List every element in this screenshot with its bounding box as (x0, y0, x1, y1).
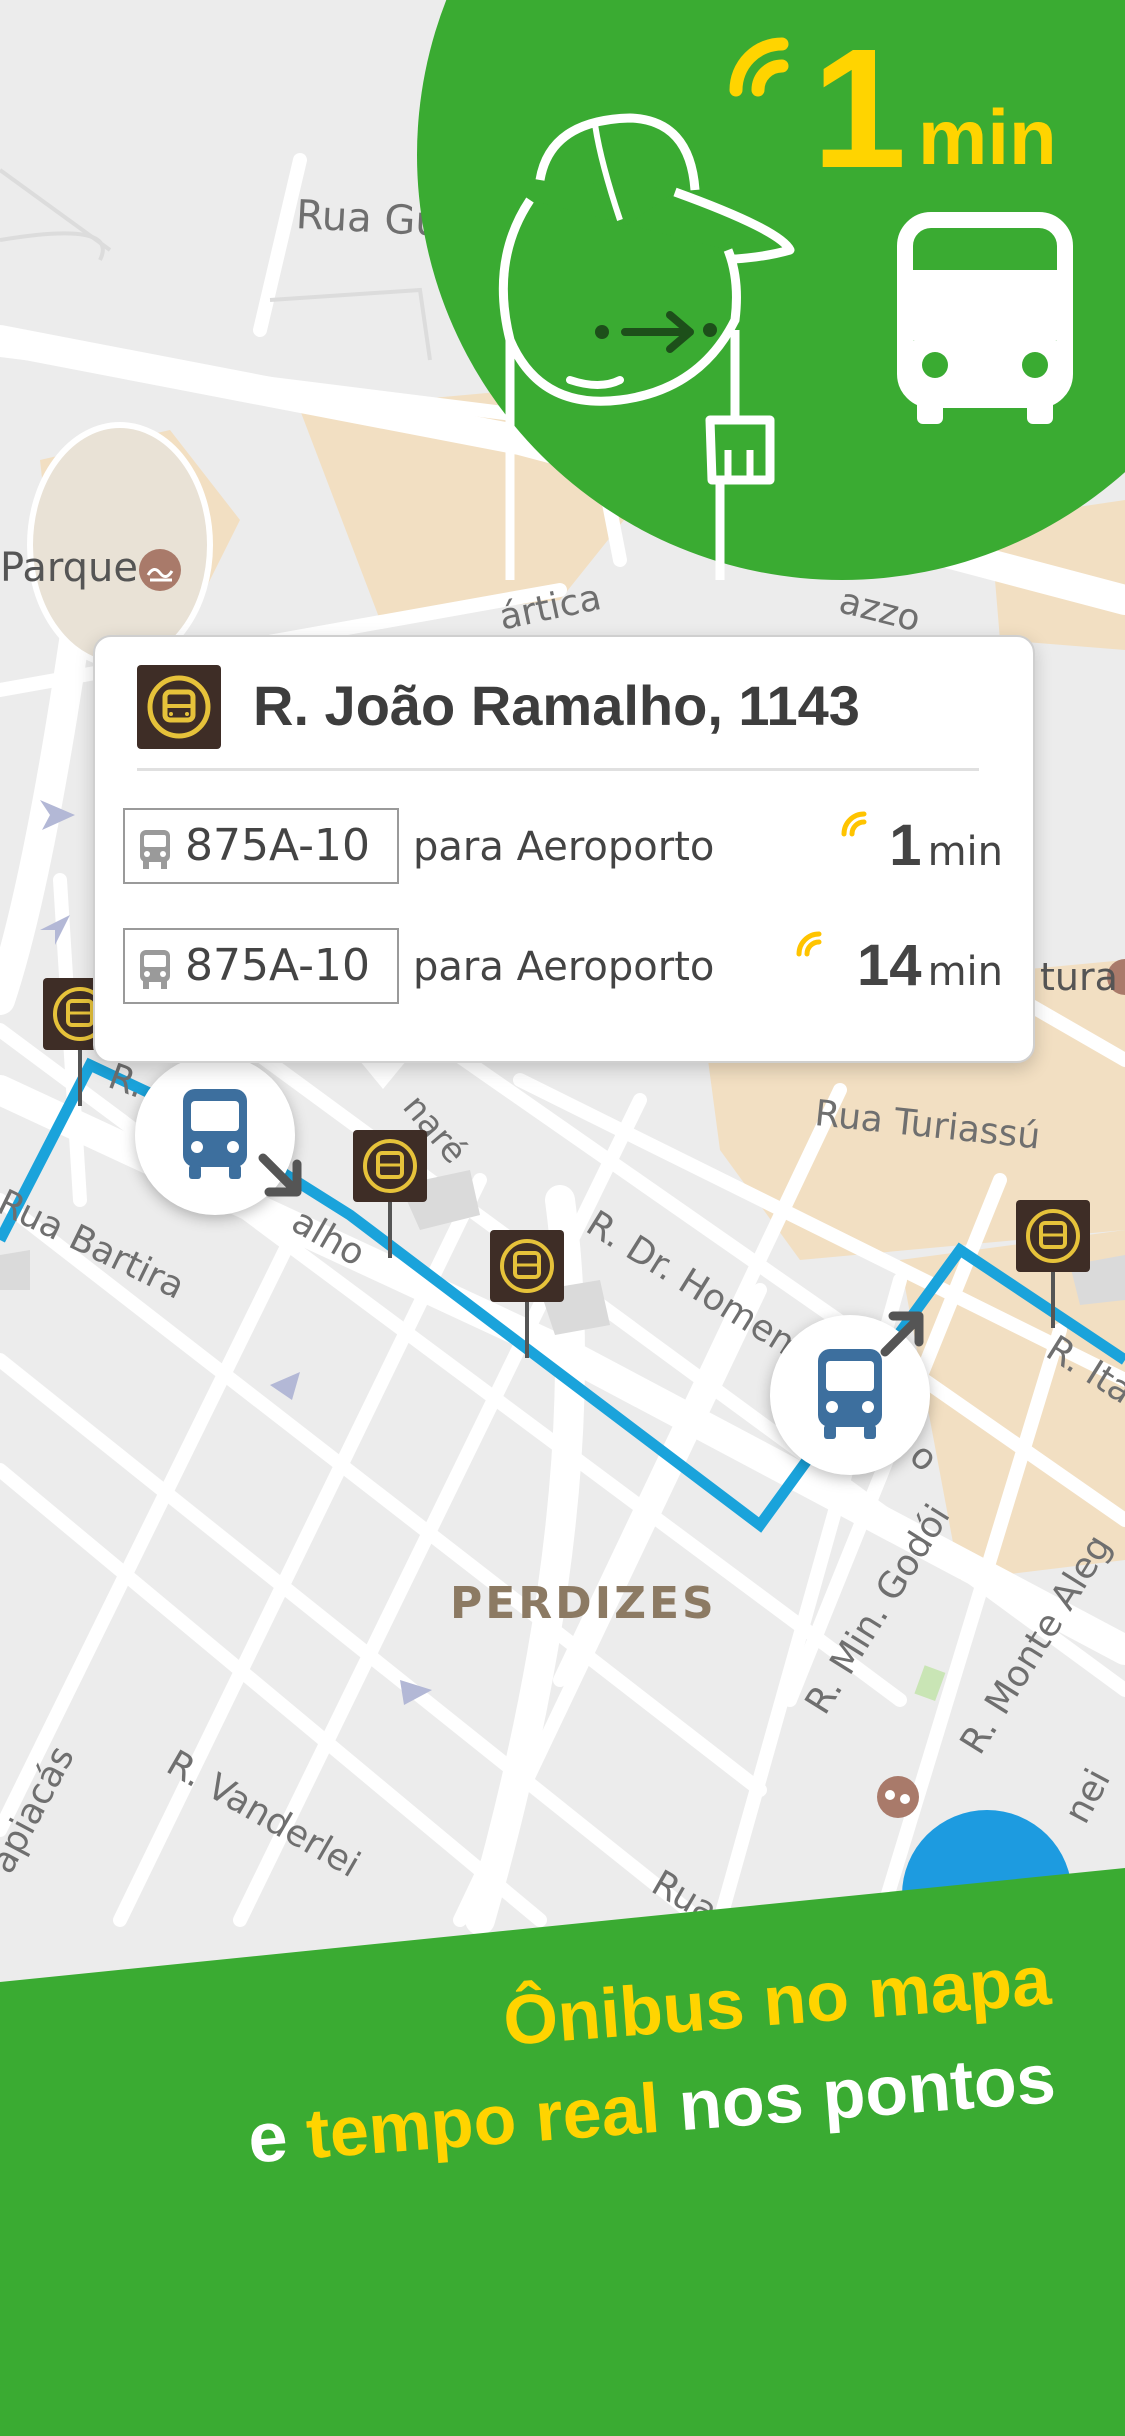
tagline-part: e (245, 2095, 310, 2178)
app-screenshot: Rua Gu Parque ártica azzo tura Rua Turia… (0, 0, 1125, 2436)
